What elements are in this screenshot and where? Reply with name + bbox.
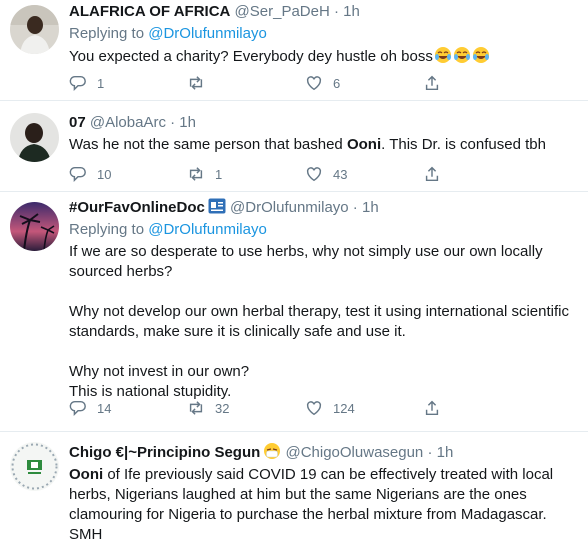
dot-separator: ·	[348, 199, 362, 216]
timestamp[interactable]: 1h	[362, 199, 379, 216]
reply-count: 1	[97, 75, 105, 91]
reply-icon	[69, 75, 86, 92]
retweet-button[interactable]: 32	[187, 399, 305, 417]
like-button[interactable]: 6	[305, 74, 423, 92]
timestamp[interactable]: 1h	[437, 444, 454, 461]
display-name[interactable]: #OurFavOnlineDoc	[69, 199, 205, 216]
display-name[interactable]: Chigo €|~Principino Segun	[69, 444, 260, 461]
handle[interactable]: @ChigoOluwasegun	[285, 444, 423, 461]
face-with-tears-of-joy-icon	[453, 46, 471, 64]
tweet-1[interactable]: ALAFRICA OF AFRICA @Ser_PaDeH · 1h Reply…	[0, 0, 588, 101]
timestamp[interactable]: 1h	[343, 3, 360, 20]
tweet-text: Ooni of Ife previously said COVID 19 can…	[69, 466, 558, 543]
share-button[interactable]	[423, 165, 453, 183]
tweet-text: Was he not the same person that bashed O…	[69, 136, 546, 153]
heart-icon	[306, 167, 322, 182]
action-bar: 14 32 124	[69, 399, 509, 417]
id-card-icon	[208, 198, 226, 214]
dot-separator: ·	[165, 114, 180, 131]
display-name[interactable]: ALAFRICA OF AFRICA	[69, 3, 230, 20]
like-count: 124	[333, 400, 355, 416]
bold-keyword: Ooni	[69, 466, 104, 483]
reply-count: 10	[97, 166, 112, 182]
reply-icon	[69, 400, 86, 417]
reply-button[interactable]: 10	[69, 165, 187, 183]
handle[interactable]: @AlobaArc	[90, 114, 166, 131]
share-button[interactable]	[423, 74, 453, 92]
heart-icon	[306, 401, 322, 416]
like-count: 6	[333, 75, 341, 91]
tweet-text: If we are so desperate to use herbs, why…	[69, 243, 569, 400]
display-name[interactable]: 07	[69, 114, 86, 131]
share-icon	[425, 166, 439, 182]
action-bar: 1 6	[69, 74, 509, 92]
avatar[interactable]	[10, 113, 59, 162]
avatar[interactable]	[10, 202, 59, 251]
like-button[interactable]: 43	[305, 165, 423, 183]
like-count: 43	[333, 166, 348, 182]
heart-icon	[306, 76, 322, 91]
tweet-header: Chigo €|~Principino Segun @ChigoOluwaseg…	[69, 442, 578, 463]
reply-context: Replying to @DrOlufunmilayo	[69, 221, 267, 238]
reply-button[interactable]: 14	[69, 399, 187, 417]
reply-icon	[69, 166, 86, 183]
dot-separator: ·	[423, 444, 437, 461]
share-icon	[425, 400, 439, 416]
retweet-count: 1	[215, 166, 223, 182]
retweet-button[interactable]	[187, 74, 305, 92]
tweet-header: 07 @AlobaArc · 1h	[69, 113, 578, 133]
share-icon	[425, 75, 439, 91]
face-with-medical-mask-icon	[263, 442, 281, 460]
reply-context: Replying to @DrOlufunmilayo	[69, 25, 267, 42]
tweet-3[interactable]: #OurFavOnlineDoc @DrOlufunmilayo · 1h Re…	[0, 192, 588, 432]
tweet-2[interactable]: 07 @AlobaArc · 1h Was he not the same pe…	[0, 101, 588, 192]
tweet-header: #OurFavOnlineDoc @DrOlufunmilayo · 1h	[69, 198, 578, 218]
tweet-header: ALAFRICA OF AFRICA @Ser_PaDeH · 1h	[69, 2, 578, 22]
reply-button[interactable]: 1	[69, 74, 187, 92]
retweet-count: 32	[215, 400, 230, 416]
dot-separator: ·	[329, 3, 344, 20]
retweet-icon	[189, 76, 203, 90]
reply-count: 14	[97, 400, 112, 416]
tweet-4[interactable]: Chigo €|~Principino Segun @ChigoOluwaseg…	[0, 432, 588, 546]
reply-handle-link[interactable]: @DrOlufunmilayo	[148, 221, 267, 238]
like-button[interactable]: 124	[305, 399, 423, 417]
handle[interactable]: @Ser_PaDeH	[235, 3, 330, 20]
bold-keyword: Ooni	[346, 136, 382, 153]
avatar[interactable]	[10, 442, 59, 491]
retweet-icon	[189, 401, 203, 415]
handle[interactable]: @DrOlufunmilayo	[230, 199, 349, 216]
retweet-button[interactable]: 1	[187, 165, 305, 183]
timestamp[interactable]: 1h	[179, 114, 196, 131]
reply-handle-link[interactable]: @DrOlufunmilayo	[148, 25, 267, 42]
avatar[interactable]	[10, 5, 59, 54]
face-with-tears-of-joy-icon	[434, 46, 452, 64]
share-button[interactable]	[423, 399, 453, 417]
tweet-text: You expected a charity? Everybody dey hu…	[69, 46, 578, 67]
retweet-icon	[189, 167, 203, 181]
action-bar: 10 1 43	[69, 165, 509, 183]
face-with-tears-of-joy-icon	[472, 46, 490, 64]
